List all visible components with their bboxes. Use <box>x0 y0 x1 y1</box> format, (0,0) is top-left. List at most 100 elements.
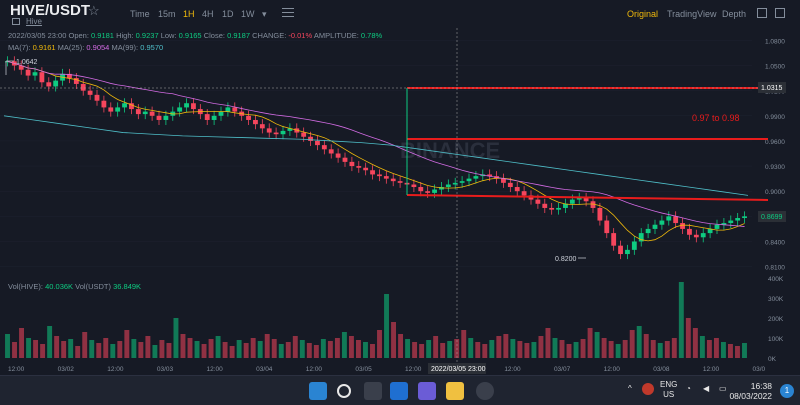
star-icon[interactable]: ☆ <box>88 3 100 19</box>
candle-body <box>473 176 479 179</box>
price-tick-label: 0.9000 <box>765 189 785 196</box>
tab-depth[interactable]: Depth <box>722 9 746 19</box>
volume-bar <box>447 341 453 358</box>
battery-icon[interactable]: ▭ <box>719 384 727 393</box>
candle-body <box>32 72 38 76</box>
time-tick-label: 12:00 <box>306 366 323 373</box>
low-marker: 0.8200 <box>555 256 577 263</box>
volume-bar <box>398 334 404 358</box>
candle-body <box>604 220 610 234</box>
candle-body <box>53 80 59 87</box>
volume-bar <box>194 341 200 358</box>
volume-tick-label: 100K <box>768 336 784 343</box>
volume-bar <box>12 342 17 358</box>
volume-bar <box>26 338 32 358</box>
volume-bar <box>173 318 179 358</box>
candle-body <box>549 207 555 210</box>
volume-bar <box>678 282 684 358</box>
svg-text:0.8699: 0.8699 <box>761 214 783 221</box>
volume-icon[interactable]: ◀ <box>703 384 709 393</box>
chart-area[interactable]: 2022/03/05 23:00 Open: 0.9181 High: 0.92… <box>0 28 800 375</box>
search-icon[interactable] <box>337 384 351 398</box>
widgets-icon[interactable] <box>390 382 408 400</box>
volume-bar <box>412 342 418 358</box>
time-tick-label: 03/07 <box>554 366 571 373</box>
candle-body <box>714 224 720 229</box>
candle-body <box>611 233 617 246</box>
timeframe-1w[interactable]: 1W <box>241 9 255 19</box>
volume-bar <box>250 338 256 358</box>
volume-bar <box>706 340 712 358</box>
timeframe-1d[interactable]: 1D <box>222 9 234 19</box>
timeframe-15m[interactable]: 15m <box>158 9 176 19</box>
volume-bar <box>692 328 698 358</box>
candle-body <box>259 124 265 129</box>
price-chart[interactable]: BINANCE 1.08001.05001.02000.99000.96000.… <box>0 28 800 375</box>
candle-body <box>122 103 127 108</box>
pair-title[interactable]: HIVE/USDT <box>10 2 90 19</box>
candle-body <box>645 228 651 234</box>
browser-icon[interactable] <box>476 382 494 400</box>
volume-bar <box>601 338 607 358</box>
volume-bar <box>47 326 53 358</box>
candle-body <box>652 224 658 229</box>
candle-body <box>535 199 541 204</box>
candle-body <box>108 107 114 112</box>
volume-bar <box>468 338 474 358</box>
svg-text:1.0315: 1.0315 <box>761 85 783 92</box>
candle-body <box>383 176 389 179</box>
timeframe-time[interactable]: Time <box>130 9 150 19</box>
volume-bar <box>727 344 733 358</box>
volume-bar <box>517 341 523 358</box>
time-tick-label: 12:00 <box>207 366 224 373</box>
expand-icon[interactable] <box>757 8 767 18</box>
time-tick-label: 12:00 <box>604 366 621 373</box>
clock[interactable]: 16:38 08/03/2022 <box>729 381 772 401</box>
volume-bar <box>159 340 165 358</box>
volume-bar <box>538 336 544 358</box>
volume-bar <box>327 341 333 358</box>
volume-bar <box>713 338 719 358</box>
candle-body <box>728 220 734 224</box>
candle-body <box>273 132 279 135</box>
volume-bar <box>166 343 172 358</box>
chevron-up-icon[interactable]: ^ <box>628 384 632 393</box>
tab-tradingview[interactable]: TradingView <box>667 9 717 19</box>
volume-bar <box>391 322 397 358</box>
volume-bar <box>5 334 10 358</box>
tray-app-icon[interactable] <box>642 383 654 395</box>
timeframe-4h[interactable]: 4H <box>202 9 214 19</box>
timeframe-1h[interactable]: 1H <box>183 9 195 19</box>
volume-tick-label: 0K <box>768 356 777 363</box>
volume-bar <box>377 330 382 358</box>
settings-icon[interactable] <box>282 8 294 18</box>
candle-body <box>101 100 107 108</box>
volume-bar <box>61 341 67 358</box>
tab-original[interactable]: Original <box>627 9 658 19</box>
notification-badge[interactable]: 1 <box>780 384 794 398</box>
volume-bar <box>454 339 460 358</box>
price-tick-label: 0.9300 <box>765 164 785 171</box>
candle-body <box>80 83 86 91</box>
volume-bar <box>54 336 60 358</box>
coin-link[interactable]: Hive <box>26 17 42 26</box>
task-view-icon[interactable] <box>364 382 382 400</box>
wifi-icon[interactable]: ◔ <box>686 384 691 393</box>
fullscreen-icon[interactable] <box>775 8 785 18</box>
file-explorer-icon[interactable] <box>446 382 464 400</box>
volume-bar <box>426 340 432 358</box>
language-indicator[interactable]: ENG US <box>660 380 677 400</box>
volume-bar <box>68 339 74 358</box>
windows-taskbar: ^ ENG US ◔ ◀ ▭ 16:38 08/03/2022 1 <box>0 375 800 405</box>
volume-bar <box>201 344 207 358</box>
candle-body <box>156 115 162 120</box>
volume-bar <box>320 339 326 358</box>
chevron-down-icon[interactable]: ▾ <box>262 9 267 20</box>
price-tick-label: 0.9600 <box>765 139 785 146</box>
volume-bar <box>222 342 228 358</box>
volume-bar <box>370 344 375 358</box>
time-tick-label: 03/0 <box>752 366 765 373</box>
windows-start-icon[interactable] <box>309 382 327 400</box>
coin-icon <box>12 18 20 25</box>
teams-icon[interactable] <box>418 382 436 400</box>
